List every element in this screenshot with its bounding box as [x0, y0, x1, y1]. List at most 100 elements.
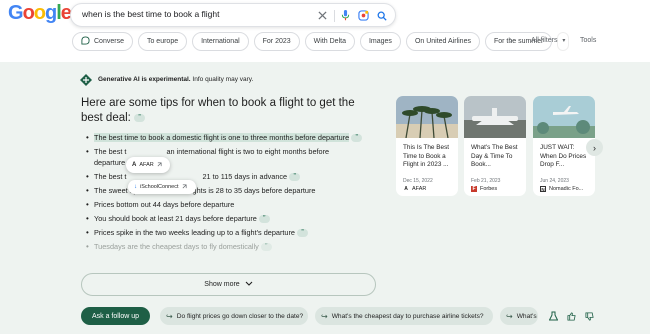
chevron-right-icon[interactable]: ›: [586, 139, 603, 156]
card-source: N Nomadic Fo...: [540, 186, 583, 192]
card-date: Feb 21, 2023: [471, 178, 501, 184]
chip-with-delta[interactable]: With Delta: [304, 32, 355, 51]
thumbs-down-icon[interactable]: [584, 311, 594, 321]
header: Google when is the best time to book a f…: [0, 0, 650, 62]
card-thumbnail-airplanes: [464, 96, 526, 138]
chip-label: For 2023: [262, 38, 291, 45]
chip-images[interactable]: Images: [359, 32, 401, 51]
ischoolconnect-favicon: ↓: [134, 184, 137, 190]
card-date: Dec 15, 2022: [403, 178, 433, 184]
followup-suggestion[interactable]: ↪ What's the cheapest day to purchase ai…: [315, 307, 493, 325]
card-source: F Forbes: [471, 186, 497, 192]
all-filters-label: All filters: [531, 37, 558, 44]
all-filters-button[interactable]: All filters ▾: [531, 37, 565, 44]
chip-label: With Delta: [313, 38, 346, 45]
arrow-return-icon: ↪: [166, 311, 173, 321]
chip-to-europe[interactable]: To europe: [137, 32, 188, 51]
logo-letter: o: [33, 2, 46, 24]
logo-letter: g: [45, 2, 57, 24]
card-source-name: Nomadic Fo...: [549, 186, 584, 192]
converse-icon: [81, 36, 90, 47]
google-logo[interactable]: Google: [8, 2, 72, 25]
ai-notice-text: Generative AI is experimental. Info qual…: [98, 76, 253, 83]
search-input[interactable]: when is the best time to book a flight: [82, 9, 220, 19]
flask-icon[interactable]: [548, 311, 558, 321]
thumbs-up-icon[interactable]: [566, 311, 576, 321]
chip-label: Images: [368, 38, 392, 45]
tip-text: You should book at least 21 days before …: [94, 214, 257, 223]
ai-notice-rest: Info quality may vary.: [190, 75, 254, 83]
list-item: Prices spike in the two weeks leading up…: [86, 227, 386, 238]
ask-follow-up-label: Ask a follow up: [91, 312, 140, 320]
card-thumbnail-plane-sky: [533, 96, 595, 138]
citation-icon[interactable]: ”: [134, 113, 146, 122]
card-date: Jun 24, 2023: [540, 178, 569, 184]
card-thumbnail-palms: [396, 96, 458, 138]
show-more-button[interactable]: Show more: [81, 273, 376, 296]
nomadic-favicon: N: [540, 186, 546, 192]
list-item: Tuesdays are the cheapest days to fly do…: [86, 241, 386, 252]
chip-label: On United Airlines: [414, 38, 471, 45]
followup-suggestion[interactable]: ↪ What's: [500, 307, 538, 325]
ask-follow-up-button[interactable]: Ask a follow up: [81, 307, 150, 325]
search-icon[interactable]: [374, 8, 389, 23]
chevron-down-icon: [245, 281, 253, 288]
chip-international[interactable]: International: [192, 32, 249, 51]
external-link-icon: [157, 162, 162, 169]
tip-text-cont: departure: [94, 158, 126, 167]
source-card-afar[interactable]: This Is The Best Time to Book a Flight i…: [396, 96, 458, 196]
chevron-down-icon: ▾: [562, 38, 566, 44]
list-item: Prices bottom out 44 days before departu…: [86, 199, 386, 210]
clear-icon[interactable]: [315, 8, 330, 23]
followup-suggestion[interactable]: ↪ Do flight prices go down closer to the…: [160, 307, 308, 325]
tip-text-end: an international flight is two to eight …: [166, 147, 330, 156]
citation-icon[interactable]: ”: [289, 173, 301, 182]
suggestion-label: Do flight prices go down closer to the d…: [176, 312, 304, 320]
tip-text: Tuesdays are the cheapest days to fly do…: [94, 242, 259, 251]
card-source-name: Forbes: [480, 186, 498, 192]
logo-letter: G: [8, 2, 24, 24]
afar-favicon: A: [404, 186, 408, 192]
card-title: JUST WAIT: When Do Prices Drop F...: [540, 144, 587, 168]
card-title: This Is The Best Time to Book a Flight i…: [403, 144, 450, 168]
card-source-name: AFAR: [412, 186, 427, 192]
tip-text: The best time to book a domestic flight …: [94, 133, 350, 142]
chip-united-airlines[interactable]: On United Airlines: [405, 32, 480, 51]
chevron-right-icon[interactable]: ›: [504, 35, 518, 49]
tools-label: Tools: [580, 37, 597, 44]
tip-text-end: 21 to 115 days in advance: [202, 172, 288, 181]
sparkle-icon: [80, 73, 92, 86]
card-source: A AFAR: [403, 186, 426, 192]
citation-icon[interactable]: ”: [296, 229, 308, 238]
ai-experimental-notice: Generative AI is experimental. Info qual…: [80, 73, 253, 86]
tip-text-start: The best t: [94, 147, 127, 156]
ai-headline: Here are some tips for when to book a fl…: [81, 96, 371, 126]
lens-icon[interactable]: [356, 8, 371, 23]
chip-converse[interactable]: Converse: [72, 32, 133, 51]
citation-icon[interactable]: ”: [260, 243, 272, 252]
arrow-return-icon: ↪: [506, 311, 513, 321]
citation-icon[interactable]: ”: [351, 134, 363, 143]
popover-label: AFAR: [139, 162, 154, 168]
list-item: You should book at least 21 days before …: [86, 213, 386, 224]
tip-text: Prices bottom out 44 days before departu…: [94, 200, 235, 209]
source-popover-afar[interactable]: A AFAR: [126, 157, 170, 173]
citation-icon[interactable]: ”: [258, 215, 270, 224]
list-item: The best time to book a domestic flight …: [86, 132, 386, 143]
afar-favicon: A: [132, 162, 137, 168]
microphone-icon[interactable]: [338, 8, 353, 23]
divider: [334, 10, 335, 22]
external-link-icon: [182, 184, 187, 191]
forbes-favicon: F: [471, 186, 477, 192]
suggestion-label: What's the cheapest day to purchase airl…: [331, 312, 484, 320]
source-card-forbes[interactable]: What's The Best Day & Time To Book... Fe…: [464, 96, 526, 196]
tip-text-start: The best t: [94, 172, 127, 181]
chip-label: International: [201, 38, 240, 45]
headline-text: Here are some tips for when to book a fl…: [81, 97, 355, 124]
chip-label: Converse: [94, 38, 124, 45]
search-box[interactable]: when is the best time to book a flight: [70, 3, 396, 27]
tools-button[interactable]: Tools: [580, 37, 596, 44]
suggestion-label: What's: [516, 312, 537, 320]
source-popover-ischoolconnect[interactable]: ↓ iSchoolConnect: [128, 180, 196, 194]
chip-for-2023[interactable]: For 2023: [253, 32, 300, 51]
